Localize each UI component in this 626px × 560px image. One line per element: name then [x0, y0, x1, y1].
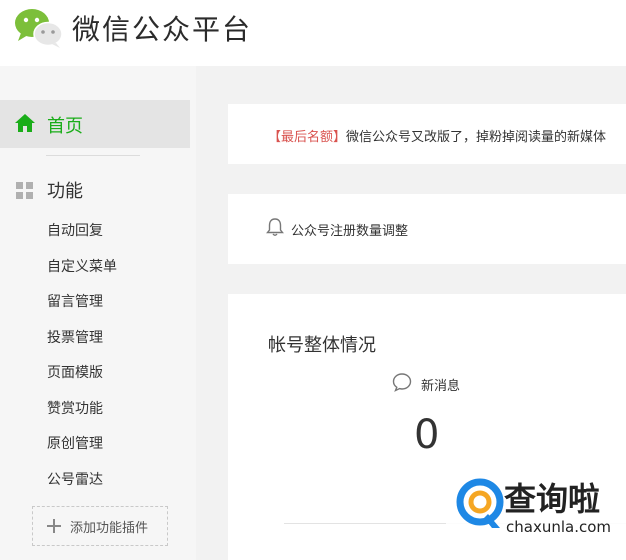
sidebar-section-label: 功能 — [47, 181, 83, 202]
search-magnifier-icon — [456, 478, 504, 528]
sidebar-item-original-management[interactable]: 原创管理 — [0, 432, 190, 468]
watermark: 查询啦 chaxunla.com — [446, 470, 626, 558]
add-plugin-label: 添加功能插件 — [70, 521, 149, 536]
overview-title: 帐号整体情况 — [268, 335, 376, 356]
function-menu: 自动回复 自定义菜单 留言管理 投票管理 页面模版 赞赏功能 原创管理 公号雷达 — [0, 219, 190, 503]
new-messages-count[interactable]: 0 — [414, 412, 439, 458]
sidebar-item-auto-reply[interactable]: 自动回复 — [0, 219, 190, 255]
sidebar-item-home[interactable]: 首页 — [0, 100, 190, 148]
announcement-card: 公众号注册数量调整 — [228, 194, 626, 264]
plus-icon — [47, 519, 61, 533]
sidebar-item-appreciation[interactable]: 赞赏功能 — [0, 397, 190, 433]
bell-icon — [266, 218, 284, 236]
new-messages-label: 新消息 — [421, 379, 461, 394]
notice-card: 【最后名额】微信公众号又改版了，掉粉掉阅读量的新媒体 — [228, 104, 626, 164]
sidebar-item-page-templates[interactable]: 页面模版 — [0, 361, 190, 397]
message-bubble-icon — [392, 373, 412, 392]
watermark-brand: 查询啦 — [504, 480, 601, 518]
add-plugin-button[interactable]: 添加功能插件 — [32, 506, 168, 546]
sidebar-item-account-radar[interactable]: 公号雷达 — [0, 468, 190, 504]
grid-icon — [16, 182, 34, 200]
notice-link[interactable]: 【最后名额】微信公众号又改版了，掉粉掉阅读量的新媒体 — [268, 126, 606, 145]
announcement-link[interactable]: 公众号注册数量调整 — [291, 220, 408, 239]
sidebar: 首页 功能 自动回复 自定义菜单 留言管理 投票管理 页面模版 赞赏功能 原创管… — [0, 66, 196, 560]
sidebar-item-comment-management[interactable]: 留言管理 — [0, 290, 190, 326]
wechat-logo-icon[interactable] — [12, 6, 66, 50]
sidebar-section-functions: 功能 — [0, 172, 190, 206]
sidebar-item-label: 首页 — [47, 116, 83, 137]
notice-text: 微信公众号又改版了，掉粉掉阅读量的新媒体 — [346, 130, 607, 145]
sidebar-divider — [46, 155, 140, 156]
home-icon — [15, 114, 35, 132]
sidebar-item-custom-menu[interactable]: 自定义菜单 — [0, 255, 190, 291]
notice-tag: 【最后名额】 — [268, 130, 347, 145]
sidebar-item-vote-management[interactable]: 投票管理 — [0, 326, 190, 362]
watermark-domain: chaxunla.com — [506, 518, 611, 536]
top-header: 微信公众平台 — [0, 0, 626, 66]
app-title: 微信公众平台 — [72, 13, 253, 46]
